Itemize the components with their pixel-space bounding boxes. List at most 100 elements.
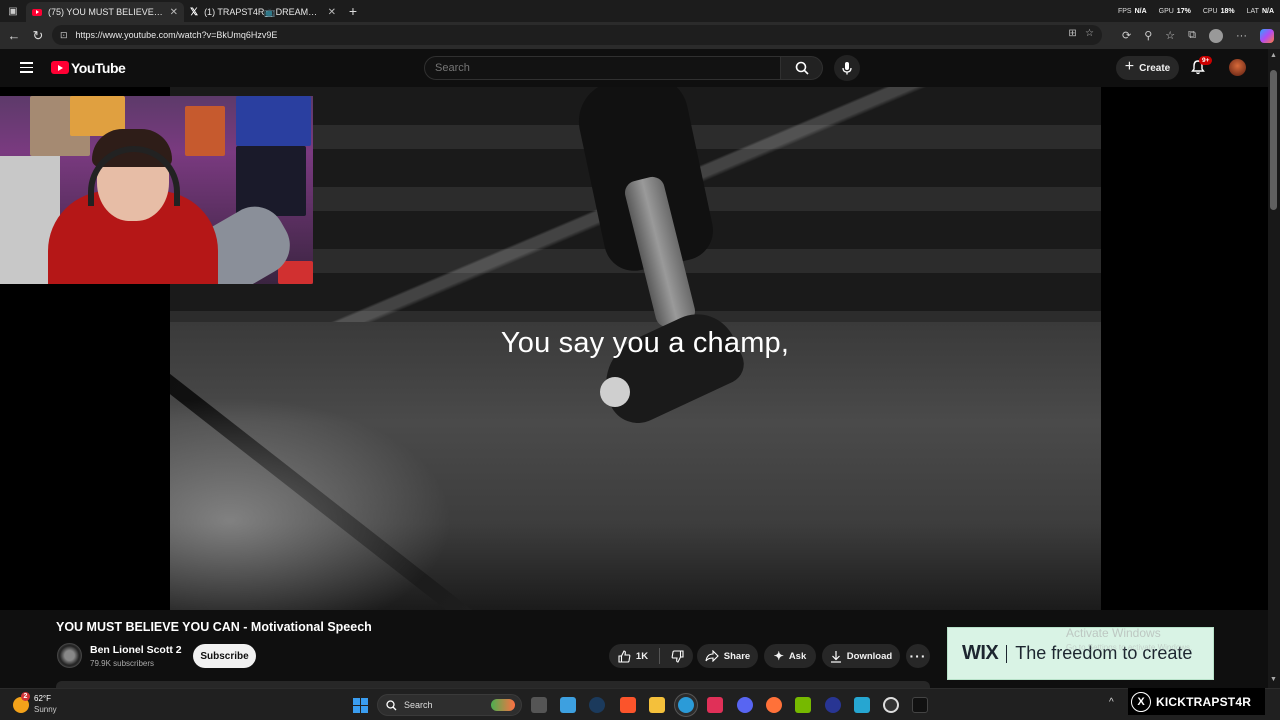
performance-overlay: FPS N/A GPU 17% CPU 18% LAT N/A [1118,0,1274,22]
nvidia-icon[interactable] [795,697,811,713]
new-tab-button[interactable]: + [342,3,364,19]
notification-badge: 9+ [1199,56,1213,65]
dislike-button[interactable] [671,649,684,663]
share-label: Share [723,650,751,662]
close-tab-icon[interactable]: ✕ [170,7,178,18]
favorites-icon[interactable]: ☆ [1165,29,1175,42]
stream-handle: KICKTRAPST4R [1156,694,1252,709]
menu-icon[interactable] [20,62,33,73]
settings-more-icon[interactable]: ··· [1236,30,1247,42]
video-title: YOU MUST BELIEVE YOU CAN - Motivational … [56,620,372,634]
thumbs-up-icon [618,649,631,663]
file-explorer-icon[interactable] [649,697,665,713]
sparkle-icon: ✦ [773,649,784,663]
download-label: Download [846,650,893,662]
fps-readout: FPS N/A [1117,7,1147,15]
obs-icon[interactable] [883,697,899,713]
site-info-icon[interactable]: ⊡ [60,30,68,41]
tab-title: (1) TRAPST4R📺DREAMHACK ATL [204,6,322,17]
more-actions-button[interactable]: ··· [906,644,930,668]
notifications-button[interactable]: 9+ [1190,56,1213,77]
like-dislike-group: 1K [609,644,693,668]
gpu-readout: GPU 17% [1158,7,1191,15]
comments-section-peek [56,681,930,688]
tiktok-icon-2[interactable] [912,697,928,713]
thumbs-down-icon [671,649,684,663]
like-button[interactable]: 1K [618,649,649,663]
browser-navbar: ← ↻ ⊡ https://www.youtube.com/watch?v=Bk… [0,22,1280,49]
discord-icon[interactable] [737,697,753,713]
tiktok-icon[interactable] [707,697,723,713]
download-icon [830,650,841,663]
windows-taskbar: 2 62°F Sunny Search ^ [0,688,1280,720]
browser-profile-avatar[interactable] [1209,28,1223,43]
wix-logo: WIX [962,642,999,664]
weather-condition[interactable]: Sunny [34,705,57,714]
collections-icon[interactable]: ⧉ [1188,29,1196,42]
address-bar[interactable]: ⊡ https://www.youtube.com/watch?v=BkUmq6… [52,25,1102,45]
webcam-overlay [0,96,313,284]
tab-title: (75) YOU MUST BELIEVE YOU CAN [48,7,164,17]
browser-tab-strip: ▣ (75) YOU MUST BELIEVE YOU CAN ✕ 𝕏 (1) … [0,0,1280,22]
create-button[interactable]: + Create [1116,56,1179,80]
subscribe-button[interactable]: Subscribe [193,644,256,668]
taskbar-search-label: Search [404,700,433,710]
youtube-logo-icon[interactable] [51,61,69,74]
extensions-icon[interactable]: ⟳ [1122,29,1131,42]
youtube-icon [32,8,42,16]
channel-avatar[interactable] [57,643,82,668]
ask-label: Ask [788,650,807,662]
search-icon [795,61,809,75]
browser-toolbar-right: ⟳ ⚲ ☆ ⧉ ··· [1122,22,1274,49]
steam-icon[interactable] [589,697,605,713]
download-button[interactable]: Download [822,644,900,668]
share-icon [705,650,719,662]
brave-icon[interactable] [620,697,636,713]
channel-name[interactable]: Ben Lionel Scott 2 [90,644,182,656]
x-logo-icon: X [1131,691,1151,712]
lat-readout: LAT N/A [1246,7,1274,15]
search-icon [386,699,397,710]
firefox-icon[interactable] [766,697,782,713]
notepad-icon[interactable] [560,697,576,713]
split-screen-icon[interactable]: ⚲ [1144,29,1152,42]
like-count: 1K [635,650,649,662]
voice-search-button[interactable] [834,55,860,81]
ask-button[interactable]: ✦ Ask [764,644,816,668]
app-blue-icon[interactable] [825,697,841,713]
search-button[interactable] [781,56,823,80]
tab-actions-icon[interactable]: ▣ [0,6,26,17]
back-icon[interactable]: ← [2,28,26,43]
youtube-logo-text[interactable]: YouTube [71,60,126,76]
share-button[interactable]: Share [697,644,758,668]
scroll-up-arrow[interactable]: ▲ [1270,52,1277,59]
refresh-icon[interactable]: ↻ [26,28,50,44]
youtube-header: YouTube + Create 9+ [0,49,1268,87]
taskbar-search[interactable]: Search [377,694,522,716]
microphone-icon [842,62,852,75]
copilot-icon[interactable] [1260,28,1274,43]
task-view-icon[interactable] [531,697,547,713]
create-label: Create [1139,62,1171,74]
weather-temperature[interactable]: 62°F [34,694,51,703]
profile-avatar[interactable] [1229,59,1246,76]
favorite-star-icon[interactable]: ⊞ ☆ [1068,28,1094,39]
windows-start-icon[interactable] [353,698,368,713]
search-input[interactable] [424,56,781,80]
cpu-readout: CPU 18% [1202,7,1235,15]
scrollbar-thumb[interactable] [1270,70,1277,210]
activate-windows-subtitle: Go to Settings to activate Windows. [1066,643,1193,652]
subscriber-count: 79.9K subscribers [90,659,155,668]
stream-handle-overlay: X KICKTRAPST4R [1128,688,1265,715]
edge-icon[interactable] [678,697,694,713]
weather-badge: 2 [21,692,30,701]
tray-chevron-icon[interactable]: ^ [1109,697,1114,708]
activate-windows-watermark: Activate Windows [1066,626,1161,640]
tab-youtube[interactable]: (75) YOU MUST BELIEVE YOU CAN ✕ [26,2,184,22]
app-cyan-icon[interactable] [854,697,870,713]
close-tab-icon[interactable]: ✕ [328,7,336,18]
scroll-down-arrow[interactable]: ▼ [1270,676,1277,683]
tab-x[interactable]: 𝕏 (1) TRAPST4R📺DREAMHACK ATL ✕ [184,2,342,22]
search-highlight-icon [491,699,515,711]
x-icon: 𝕏 [190,6,199,18]
